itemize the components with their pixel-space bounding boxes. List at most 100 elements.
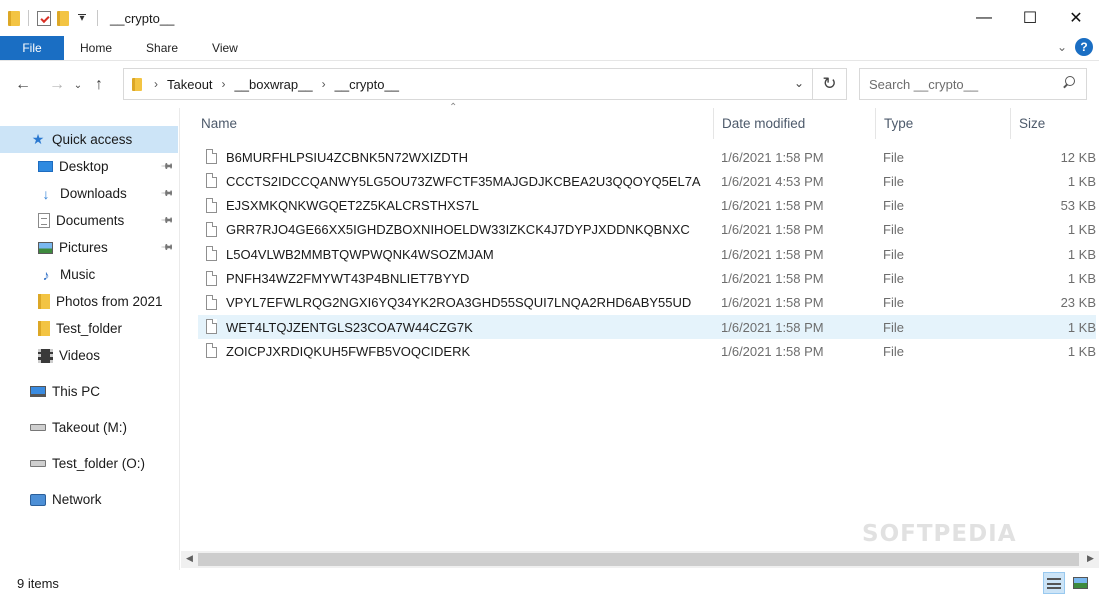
file-name: VPYL7EFWLRQG2NGXI6YQ34YK2ROA3GHD55SQUI7L…: [226, 295, 692, 311]
sidebar-item-downloads[interactable]: ↓ Downloads 🖈: [0, 180, 178, 207]
videos-icon: [38, 348, 53, 363]
column-header-type[interactable]: Type: [875, 108, 1010, 139]
new-folder-icon[interactable]: [57, 10, 69, 26]
file-icon: [206, 221, 217, 237]
table-row[interactable]: ZOICPJXRDIQKUH5FWFB5VOQCIDERK 1/6/2021 1:…: [198, 339, 1096, 363]
tab-file[interactable]: File: [0, 36, 64, 60]
file-icon: [206, 197, 217, 213]
scroll-right-icon[interactable]: ▶: [1082, 553, 1099, 564]
file-size: 1 KB: [1067, 246, 1096, 262]
file-type: File: [883, 319, 904, 335]
star-icon: ★: [31, 131, 45, 147]
file-icon: [206, 343, 217, 359]
navigation-pane: ★ Quick access Desktop 🖈 ↓ Downloads 🖈 D…: [0, 108, 180, 570]
breadcrumb-separator[interactable]: ›: [154, 77, 158, 91]
pin-icon[interactable]: 🖈: [157, 210, 178, 231]
breadcrumb-item-boxwrap[interactable]: __boxwrap__: [235, 77, 313, 92]
table-row[interactable]: VPYL7EFWLRQG2NGXI6YQ34YK2ROA3GHD55SQUI7L…: [198, 291, 1096, 315]
table-row[interactable]: B6MURFHLPSIU4ZCBNK5N72WXIZDTH 1/6/2021 1:…: [198, 145, 1096, 169]
sidebar-item-label: Pictures: [59, 240, 108, 255]
sidebar-item-network[interactable]: Network: [0, 486, 178, 513]
table-row[interactable]: CCCTS2IDCCQANWY5LG5OU73ZWFCTF35MAJGDJKCB…: [198, 169, 1096, 193]
table-row[interactable]: GRR7RJO4GE66XX5IGHDZBOXNIHOELDW33IZKCK4J…: [198, 218, 1096, 242]
sidebar-item-pictures[interactable]: Pictures 🖈: [0, 234, 178, 261]
sidebar-item-videos[interactable]: Videos: [0, 342, 178, 369]
ribbon-right-controls: ⌄ ?: [1057, 38, 1093, 56]
minimize-button[interactable]: —: [961, 0, 1007, 36]
file-icon: [206, 173, 217, 189]
sidebar-item-music[interactable]: ♪ Music: [0, 261, 178, 288]
file-size: 12 KB: [1060, 149, 1096, 165]
file-icon: [206, 319, 217, 335]
large-icons-view-button[interactable]: [1069, 572, 1091, 594]
breadcrumb-item-crypto[interactable]: __crypto__: [335, 77, 399, 92]
file-name: WET4LTQJZENTGLS23COA7W44CZG7K: [226, 319, 473, 335]
sidebar-item-test-folder[interactable]: Test_folder: [0, 315, 178, 342]
forward-button[interactable]: →: [45, 76, 69, 94]
tab-home[interactable]: Home: [64, 36, 129, 60]
navigation-bar: ← → ⌄ ↑ › Takeout › __boxwrap__ › __cryp…: [0, 62, 1099, 108]
customize-toolbar-icon[interactable]: [75, 14, 89, 23]
column-header-size[interactable]: Size: [1010, 108, 1099, 139]
sidebar-item-documents[interactable]: Documents 🖈: [0, 207, 178, 234]
this-pc-icon: [30, 386, 46, 397]
horizontal-scrollbar[interactable]: ◀ ▶: [181, 551, 1099, 568]
sidebar-item-this-pc[interactable]: This PC: [0, 378, 178, 405]
file-name: GRR7RJO4GE66XX5IGHDZBOXNIHOELDW33IZKCK4J…: [226, 222, 690, 238]
scrollbar-thumb[interactable]: [198, 553, 1079, 566]
folder-icon[interactable]: [8, 10, 20, 26]
file-type: File: [883, 246, 904, 262]
breadcrumb-item-takeout[interactable]: Takeout: [167, 77, 213, 92]
file-date-modified: 1/6/2021 1:58 PM: [721, 222, 824, 238]
column-header-date-modified[interactable]: Date modified: [713, 108, 875, 139]
table-row[interactable]: PNFH34WZ2FMYWT43P4BNLIET7BYYD 1/6/2021 1:…: [198, 267, 1096, 291]
expand-ribbon-icon[interactable]: ⌄: [1057, 40, 1067, 54]
search-icon[interactable]: [1062, 76, 1076, 90]
file-list: ⌃ Name Date modified Type Size B6MURFHLP…: [181, 102, 1099, 570]
ribbon-tabs: File Home Share View ⌄ ?: [0, 36, 1099, 61]
back-button[interactable]: ←: [11, 76, 35, 94]
properties-icon[interactable]: [37, 10, 51, 26]
pin-icon[interactable]: 🖈: [157, 156, 178, 177]
details-view-button[interactable]: [1043, 572, 1065, 594]
up-button[interactable]: ↑: [87, 76, 111, 94]
refresh-button[interactable]: ↻: [813, 68, 847, 100]
sidebar-item-photos-from-2021[interactable]: Photos from 2021: [0, 288, 178, 315]
tab-share[interactable]: Share: [129, 36, 195, 60]
sidebar-item-takeout-drive[interactable]: Takeout (M:): [0, 414, 178, 441]
maximize-button[interactable]: ☐: [1007, 0, 1053, 36]
sidebar-item-test-folder-drive[interactable]: Test_folder (O:): [0, 450, 178, 477]
pin-icon[interactable]: 🖈: [157, 183, 178, 204]
status-bar: 9 items: [0, 570, 1099, 596]
window-title: __crypto__: [110, 10, 175, 26]
file-date-modified: 1/6/2021 1:58 PM: [721, 271, 824, 286]
recent-locations-button[interactable]: ⌄: [69, 80, 87, 91]
file-icon: [206, 246, 217, 262]
table-row[interactable]: WET4LTQJZENTGLS23COA7W44CZG7K 1/6/2021 1:…: [198, 315, 1096, 340]
file-date-modified: 1/6/2021 1:58 PM: [721, 149, 824, 165]
column-header-name[interactable]: Name: [193, 108, 715, 139]
sidebar-item-label: Downloads: [60, 186, 127, 201]
help-icon[interactable]: ?: [1075, 38, 1093, 56]
table-row[interactable]: EJSXMKQNKWGQET2Z5KALCRSTHXS7L 1/6/2021 1:…: [198, 194, 1096, 218]
sidebar-item-label: Videos: [59, 348, 101, 363]
sidebar-item-label: Documents: [56, 213, 125, 228]
scroll-left-icon[interactable]: ◀: [181, 553, 198, 564]
search-input[interactable]: [860, 69, 1050, 99]
pin-icon[interactable]: 🖈: [157, 237, 178, 258]
sidebar-item-quick-access[interactable]: ★ Quick access: [0, 126, 178, 153]
table-row[interactable]: L5O4VLWB2MMBTQWPWQNK4WSOZMJAM 1/6/2021 1:…: [198, 242, 1096, 266]
file-date-modified: 1/6/2021 1:58 PM: [721, 319, 824, 335]
address-history-dropdown[interactable]: ⌄: [794, 76, 804, 90]
sidebar-item-desktop[interactable]: Desktop 🖈: [0, 153, 178, 180]
file-size: 1 KB: [1067, 271, 1096, 286]
downloads-icon: ↓: [42, 185, 50, 202]
breadcrumb-separator[interactable]: ›: [322, 77, 326, 91]
tab-view[interactable]: View: [195, 36, 255, 60]
file-icon: [206, 294, 217, 310]
search-box[interactable]: [859, 68, 1087, 100]
file-date-modified: 1/6/2021 1:58 PM: [721, 246, 824, 262]
breadcrumb-separator[interactable]: ›: [222, 77, 226, 91]
close-button[interactable]: ✕: [1053, 0, 1099, 36]
address-bar[interactable]: › Takeout › __boxwrap__ › __crypto__ ⌄: [123, 68, 813, 100]
